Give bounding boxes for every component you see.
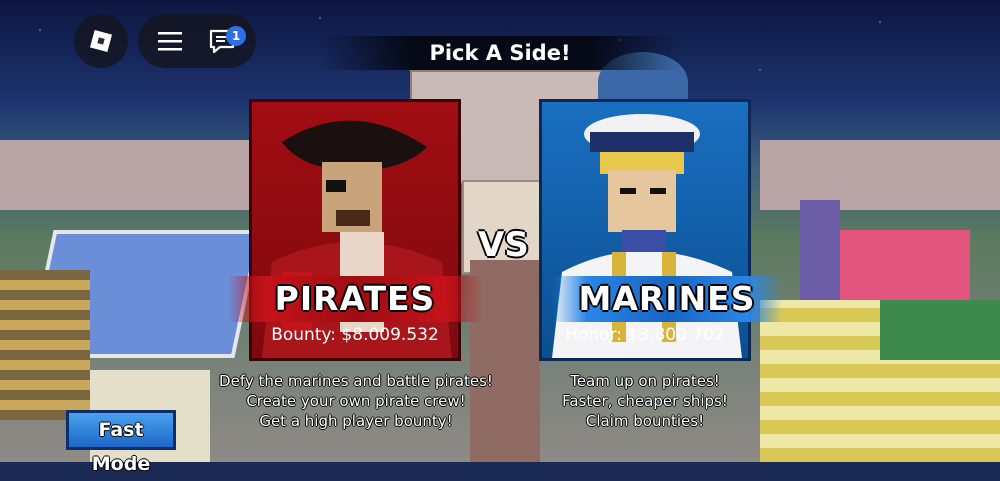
pirates-description: Defy the marines and battle pirates! Cre…	[212, 371, 500, 431]
right-tower	[800, 200, 840, 310]
marines-description: Team up on pirates! Faster, cheaper ship…	[520, 371, 770, 431]
right-pink-block	[840, 230, 970, 300]
marines-team-banner: MARINES	[552, 276, 782, 322]
roblox-menu-button[interactable]	[74, 14, 128, 68]
fast-mode-button[interactable]: Fast Mode	[66, 410, 176, 475]
page-title: Pick A Side!	[320, 36, 680, 70]
versus-label: VS	[478, 225, 529, 265]
left-tower	[0, 270, 90, 420]
pirates-description-line: Defy the marines and battle pirates!	[219, 372, 493, 390]
pirates-description-line: Get a high player bounty!	[259, 412, 453, 430]
marines-description-line: Team up on pirates!	[570, 372, 720, 390]
right-grass	[880, 300, 1000, 360]
pirates-bounty-stat: Bounty: $8.009.532	[271, 325, 439, 345]
hamburger-menu-icon[interactable]	[156, 29, 184, 53]
pirates-team-banner: PIRATES	[228, 276, 482, 322]
pirates-description-line: Create your own pirate crew!	[246, 392, 466, 410]
marines-honor-stat: Honor: $3.800.702	[565, 325, 725, 345]
roblox-logo-icon	[89, 29, 113, 53]
left-walls	[0, 140, 250, 210]
right-walls	[760, 140, 1000, 210]
chat-notification-badge: 1	[226, 26, 246, 46]
marines-description-line: Claim bounties!	[585, 412, 705, 430]
marines-description-line: Faster, cheaper ships!	[562, 392, 728, 410]
